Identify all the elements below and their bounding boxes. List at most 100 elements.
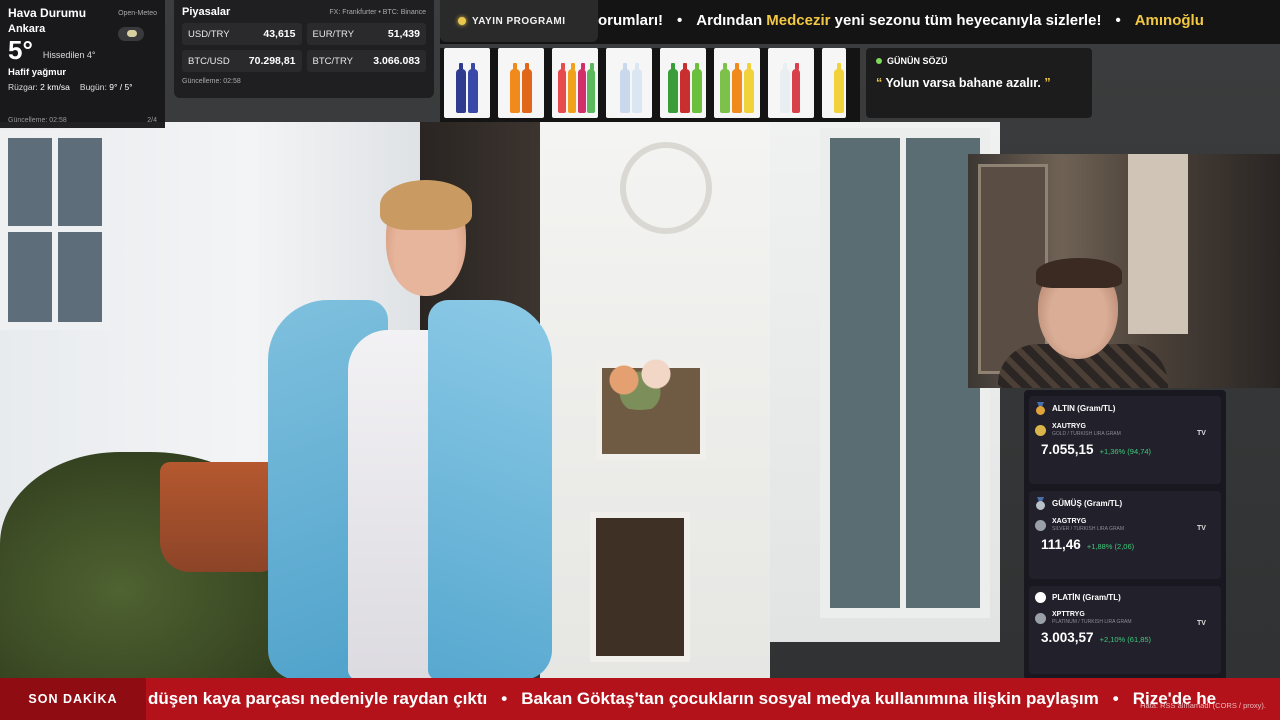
ticker-separator: •: [501, 689, 508, 708]
weather-source: Open-Meteo: [118, 9, 157, 17]
bottle-icon: [792, 63, 800, 113]
schedule-label: YAYIN PROGRAMI: [472, 15, 566, 27]
today-label: Bugün:: [79, 82, 107, 92]
house-window-left: [0, 130, 110, 330]
gold-coin-icon: [1035, 425, 1046, 436]
rate-value: 51,439: [387, 28, 420, 40]
market-rate-btc-usd: BTC/USD 70.298,81: [182, 50, 302, 72]
bottle-icon: [456, 63, 466, 113]
sponsor-products-strip: [440, 48, 860, 122]
weather-feels-like: Hissedilen 4°: [42, 50, 96, 60]
product-card: [606, 48, 652, 118]
ticker-segment: yeni sezonu tüm heyecanıyla sizlerle!: [834, 12, 1102, 29]
schedule-badge: YAYIN PROGRAMI: [440, 0, 598, 42]
streamer-webcam: [968, 154, 1280, 388]
breaking-headline: düşen kaya parçası nedeniyle raydan çıkt…: [148, 689, 488, 708]
bottle-icon: [522, 63, 532, 113]
product-card: [714, 48, 760, 118]
weather-condition: Hafif yağmur: [8, 67, 67, 78]
markets-widget: Piyasalar FX: Frankfurter • BTC: Binance…: [174, 0, 434, 98]
metal-price: 3.003,57: [1041, 630, 1094, 645]
breaking-badge: SON DAKİKA: [0, 678, 146, 720]
metal-card-silver: GÜMÜŞ (Gram/TL) XAGTRYG SILVER / TURKISH…: [1029, 491, 1221, 579]
product-card: [660, 48, 706, 118]
coat-right: [428, 300, 552, 680]
metal-symbol: XAUTRYG: [1052, 423, 1086, 430]
bottle-icon: [780, 63, 790, 113]
streamer-hair: [1036, 258, 1122, 288]
bottle-icon: [620, 63, 630, 113]
bottle-icon: [680, 63, 690, 113]
bottle-icon: [732, 63, 742, 113]
status-dot-icon: [876, 58, 882, 64]
metal-symbol: XPTTRYG: [1052, 611, 1085, 618]
metal-card-platinum: PLATİN (Gram/TL) XPTTRYG PLATINUM / TURK…: [1029, 586, 1221, 674]
quote-of-the-day: GÜNÜN SÖZÜ “ Yolun varsa bahane azalır. …: [866, 48, 1092, 118]
metal-title: PLATİN (Gram/TL): [1052, 593, 1121, 602]
ticker-segment: Ardından: [696, 12, 763, 29]
rate-value: 3.066.083: [373, 55, 420, 67]
rss-error-message: Hata: RSS alınamadı (CORS / proxy).: [1140, 701, 1266, 710]
woman-in-blue-coat: [268, 180, 558, 680]
today-value: 9° / 5°: [109, 82, 133, 92]
markets-title: Piyasalar: [182, 6, 231, 18]
bottle-icon: [587, 63, 595, 113]
market-rate-usd-try: USD/TRY 43,615: [182, 23, 302, 45]
quote-title: GÜNÜN SÖZÜ: [887, 56, 948, 66]
weather-temperature: 5°: [8, 35, 33, 65]
product-card: [552, 48, 598, 118]
tradingview-icon[interactable]: TV: [1197, 525, 1209, 533]
live-dot-icon: [458, 17, 466, 25]
metal-price: 7.055,15: [1041, 442, 1094, 457]
weather-page-indicator: 2/4: [147, 117, 157, 124]
ticker-highlight: Amınoğlu: [1134, 12, 1204, 29]
rain-cloud-icon: [118, 27, 144, 41]
metal-description: GOLD / TURKISH LIRA GRAM: [1052, 431, 1121, 437]
rate-pair: EUR/TRY: [312, 28, 355, 40]
house-window-right: [820, 128, 990, 618]
rate-value: 70.298,81: [248, 55, 296, 67]
bottle-icon: [558, 63, 566, 113]
ticker-segment: orumları!: [598, 12, 664, 29]
breaking-ticker-text: düşen kaya parçası nedeniyle raydan çıkt…: [148, 689, 1216, 709]
metal-change: +1,36% (94,74): [1099, 447, 1152, 456]
weather-updated: Güncelleme: 02:58: [8, 117, 67, 124]
firewood-niche: [590, 512, 690, 662]
quote-open-mark: “: [876, 76, 883, 90]
metal-title: ALTIN (Gram/TL): [1052, 404, 1116, 413]
wind-value: 2 km/sa: [40, 82, 70, 92]
metal-title: GÜMÜŞ (Gram/TL): [1052, 499, 1123, 508]
schedule-ticker-text: orumları! • Ardından Medcezir yeni sezonu …: [598, 12, 1204, 29]
bottle-icon: [510, 63, 520, 113]
stream-overlay: Hava Durumu Open-Meteo Ankara 5° Hissedi…: [0, 0, 1280, 720]
breaking-headline: Bakan Göktaş'tan çocukların sosyal medya…: [521, 689, 1099, 708]
bottle-icon: [834, 63, 844, 113]
metal-description: PLATINUM / TURKISH LIRA GRAM: [1052, 619, 1132, 625]
metal-card-gold: ALTIN (Gram/TL) XAUTRYG GOLD / TURKISH L…: [1029, 396, 1221, 484]
platinum-circle-icon: [1035, 592, 1046, 603]
quote-body: “ Yolun varsa bahane azalır. ”: [876, 76, 1082, 90]
tradingview-icon[interactable]: TV: [1197, 620, 1209, 628]
flower-vase: [600, 350, 680, 410]
webcam-background-wall: [1128, 154, 1188, 334]
weather-widget: Hava Durumu Open-Meteo Ankara 5° Hissedi…: [0, 0, 165, 128]
rate-pair: BTC/USD: [188, 55, 230, 67]
schedule-ticker: YAYIN PROGRAMI orumları! • Ardından Medcez…: [440, 0, 1280, 44]
silver-coin-icon: [1035, 520, 1046, 531]
bottle-icon: [468, 63, 478, 113]
breaking-label: SON DAKİKA: [28, 692, 118, 706]
product-card: [768, 48, 814, 118]
rate-pair: BTC/TRY: [312, 55, 353, 67]
bottle-icon: [668, 63, 678, 113]
bottle-icon: [578, 63, 586, 113]
product-card: [822, 48, 846, 118]
product-card: [498, 48, 544, 118]
product-card: [444, 48, 490, 118]
silver-medal-icon: [1035, 497, 1046, 510]
ticker-separator: •: [1112, 689, 1119, 708]
platinum-coin-icon: [1035, 613, 1046, 624]
tradingview-icon[interactable]: TV: [1197, 430, 1209, 438]
metal-symbol: XAGTRYG: [1052, 518, 1087, 525]
rate-pair: USD/TRY: [188, 28, 230, 40]
wind-label: Rüzgar:: [8, 82, 38, 92]
